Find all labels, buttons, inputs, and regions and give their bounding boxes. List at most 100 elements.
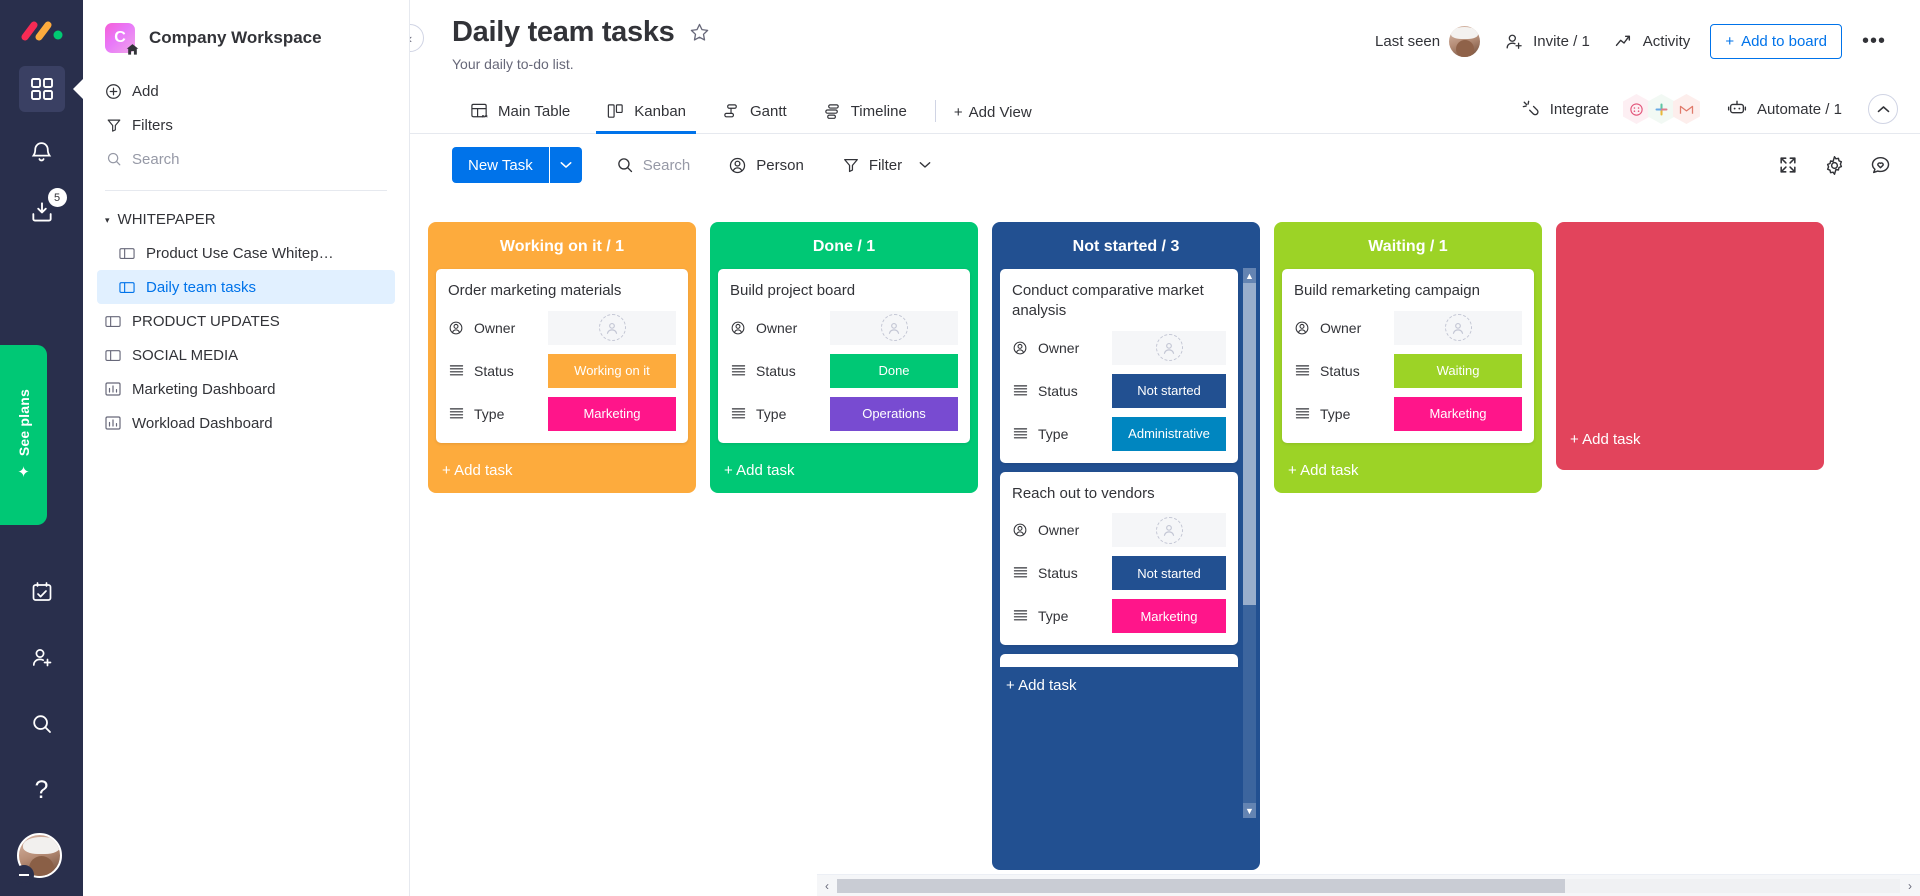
field-label-owner: Owner	[448, 320, 548, 336]
field-label-owner: Owner	[730, 320, 830, 336]
last-seen-group[interactable]: Last seen	[1363, 20, 1492, 63]
collapse-header-button[interactable]	[1868, 94, 1898, 124]
activity-button[interactable]: Activity	[1602, 26, 1703, 58]
workspace-header[interactable]: C Company Workspace	[83, 18, 409, 58]
tab-kanban[interactable]: Kanban	[588, 102, 704, 133]
add-view-button[interactable]: + Add View	[942, 104, 1044, 133]
type-value[interactable]: Marketing	[1394, 397, 1522, 431]
sidebar-group-whitepaper[interactable]: ▾ WHITEPAPER	[97, 203, 395, 236]
status-value[interactable]: Done	[830, 354, 958, 388]
add-task-button[interactable]: + Add task	[1564, 421, 1816, 470]
monday-logo[interactable]	[19, 14, 65, 48]
invite-member-icon	[30, 646, 54, 670]
hscroll-track[interactable]	[837, 879, 1900, 893]
see-plans-button[interactable]: See plans ✦	[0, 345, 47, 525]
status-value[interactable]: Waiting	[1394, 354, 1522, 388]
add-task-button[interactable]: + Add task	[718, 452, 970, 493]
status-value[interactable]: Working on it	[548, 354, 676, 388]
sidebar-action-add[interactable]: Add	[105, 74, 387, 108]
sidebar-item-social-media[interactable]: SOCIAL MEDIA	[97, 338, 395, 372]
add-task-button[interactable]: + Add task	[1282, 452, 1534, 493]
add-task-button[interactable]: + Add task	[436, 452, 688, 493]
sidebar-item-product-use-case-whitepaper[interactable]: Product Use Case Whitep…	[97, 236, 395, 270]
slack-app-icon[interactable]	[1648, 94, 1675, 124]
home-grid-icon	[29, 76, 55, 102]
status-icon	[448, 363, 464, 379]
task-card[interactable]: Conduct home appraisal	[1000, 654, 1238, 667]
expand-icon[interactable]	[1772, 149, 1804, 181]
automate-button[interactable]: Automate / 1	[1716, 94, 1852, 124]
sidebar-item-workload-dashboard[interactable]: Workload Dashboard	[97, 406, 395, 440]
monday-app-icon[interactable]	[1623, 94, 1650, 124]
tab-gantt[interactable]: Gantt	[704, 102, 805, 133]
task-card[interactable]: Conduct comparative market analysis	[1000, 269, 1238, 463]
search-input[interactable]: Search	[604, 149, 703, 181]
chevron-down-icon[interactable]	[550, 147, 582, 183]
add-to-board-button[interactable]: + Add to board	[1710, 24, 1842, 59]
sidebar-item-product-updates[interactable]: PRODUCT UPDATES	[97, 304, 395, 338]
board-icon	[119, 280, 136, 294]
invite-button[interactable]: Invite / 1	[1492, 26, 1602, 58]
more-options-button[interactable]: •••	[1852, 26, 1896, 57]
owner-value[interactable]	[1112, 331, 1226, 365]
filter-button[interactable]: Filter	[830, 149, 943, 181]
scrollbar-track[interactable]	[1243, 283, 1256, 803]
sidebar-item-marketing-dashboard[interactable]: Marketing Dashboard	[97, 372, 395, 406]
add-task-button[interactable]: + Add task	[1000, 667, 1252, 708]
horizontal-scrollbar[interactable]: ‹ ›	[817, 874, 1920, 896]
scroll-up-arrow-icon[interactable]: ▲	[1243, 268, 1256, 283]
person-icon	[1012, 340, 1028, 356]
hscroll-thumb[interactable]	[837, 879, 1565, 893]
status-value[interactable]: Not started	[1112, 374, 1226, 408]
task-card[interactable]: Order marketing materials	[436, 269, 688, 443]
task-card[interactable]: Build remarketing campaign	[1282, 269, 1534, 443]
tab-main-table[interactable]: Main Table	[452, 102, 588, 133]
owner-value[interactable]	[548, 311, 676, 345]
sidebar-action-filters[interactable]: Filters	[105, 108, 387, 142]
user-avatar[interactable]	[17, 833, 66, 882]
rail-item-notifications[interactable]	[19, 128, 65, 174]
rail-item-inbox[interactable]: 5	[19, 190, 65, 236]
sidebar-action-search[interactable]: Search	[105, 142, 387, 176]
star-outline-icon[interactable]	[689, 22, 710, 43]
gear-icon[interactable]	[1818, 149, 1850, 181]
person-filter-button[interactable]: Person	[716, 149, 816, 182]
rail-item-invite[interactable]	[19, 635, 65, 681]
type-value[interactable]: Marketing	[1112, 599, 1226, 633]
tab-timeline[interactable]: Timeline	[805, 102, 925, 133]
task-card[interactable]: Reach out to vendors Own	[1000, 472, 1238, 646]
owner-label: Owner	[1038, 340, 1079, 356]
integrate-button[interactable]: Integrate	[1513, 94, 1617, 124]
owner-value[interactable]	[1112, 513, 1226, 547]
scroll-down-arrow-icon[interactable]: ▼	[1243, 803, 1256, 818]
type-label: Type	[474, 406, 504, 422]
new-task-button[interactable]: New Task	[452, 147, 582, 183]
type-value[interactable]: Marketing	[548, 397, 676, 431]
status-badge	[14, 865, 34, 885]
kanban-board: Working on it / 1 Order marketing materi…	[410, 222, 1920, 870]
toolbar-right-icons	[1772, 149, 1896, 181]
scrollbar-thumb[interactable]	[1243, 283, 1256, 605]
column-vertical-scrollbar[interactable]: ▲ ▼	[1243, 268, 1256, 818]
type-value[interactable]: Operations	[830, 397, 958, 431]
owner-value[interactable]	[1394, 311, 1522, 345]
owner-value[interactable]	[830, 311, 958, 345]
scroll-left-arrow-icon[interactable]: ‹	[817, 879, 837, 893]
type-label: Type	[1038, 608, 1068, 624]
rail-item-my-work[interactable]	[19, 569, 65, 615]
rail-item-search[interactable]	[19, 701, 65, 747]
task-card[interactable]: Build project board Owne	[718, 269, 970, 443]
tab-label: Kanban	[634, 103, 686, 120]
sidebar-item-daily-team-tasks[interactable]: Daily team tasks	[97, 270, 395, 304]
board-chat-icon[interactable]	[1864, 149, 1896, 181]
rail-item-home[interactable]	[19, 66, 65, 112]
scroll-right-arrow-icon[interactable]: ›	[1900, 879, 1920, 893]
status-value[interactable]: Not started	[1112, 556, 1226, 590]
type-value[interactable]: Administrative	[1112, 417, 1226, 451]
gmail-app-icon[interactable]	[1673, 94, 1700, 124]
rail-item-help[interactable]: ?	[19, 767, 65, 813]
sidebar-item-label: Workload Dashboard	[132, 415, 273, 432]
field-label-status: Status	[730, 363, 830, 379]
field-label-status: Status	[1012, 565, 1112, 581]
filter-icon	[105, 117, 122, 134]
